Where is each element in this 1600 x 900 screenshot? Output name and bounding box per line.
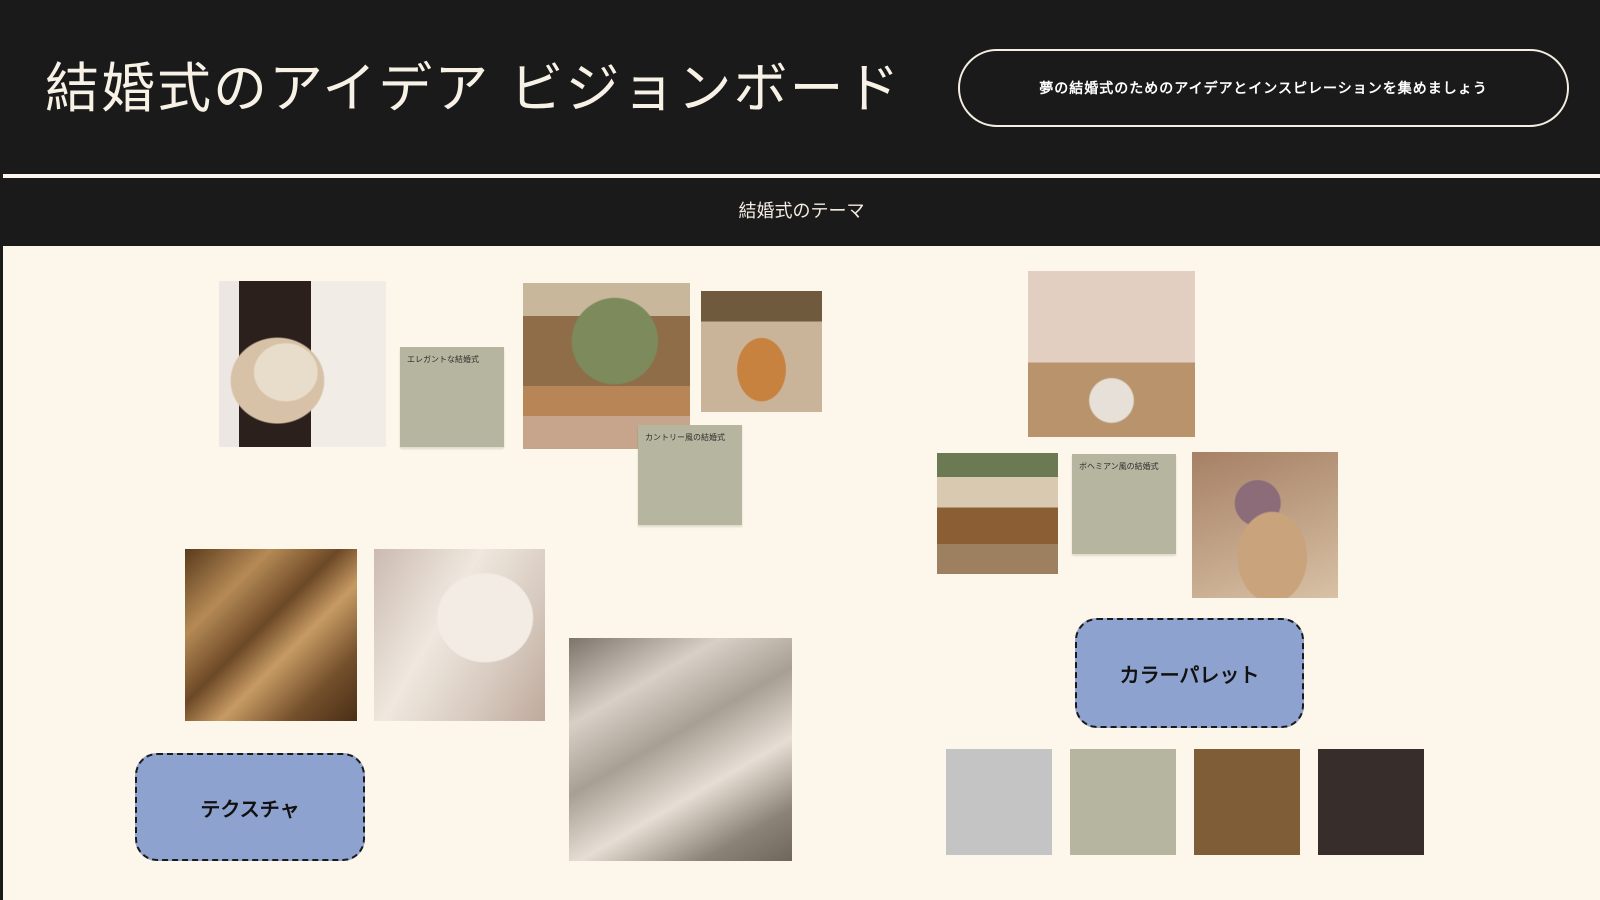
theme-section-header: 結婚式のテーマ (3, 178, 1600, 246)
wedding-cake-photo (701, 291, 822, 412)
couple-bouquet-photo (219, 281, 386, 447)
tagline-badge: 夢の結婚式のためのアイデアとインスピレーションを集めましょう (958, 49, 1569, 127)
country-wedding-caption: カントリー風の結婚式 (638, 425, 742, 525)
palette-swatch (946, 749, 1052, 855)
table-setting-photo (1028, 271, 1195, 437)
palette-swatch (1070, 749, 1176, 855)
texture-button[interactable]: テクスチャ (135, 753, 365, 861)
theme-section-title: 結婚式のテーマ (738, 201, 865, 222)
lace-dress-photo (374, 549, 545, 721)
outdoor-dining-photo (937, 453, 1058, 574)
boho-wedding-label: ボヘミアン風の結婚式 (1079, 462, 1159, 471)
color-palette-button[interactable]: カラーパレット (1075, 618, 1304, 728)
elegant-wedding-caption: エレガントな結婚式 (400, 347, 504, 447)
palette-swatch (1318, 749, 1424, 855)
header: 結婚式のアイデア ビジョンボード 夢の結婚式のためのアイデアとインスピレーション… (3, 0, 1600, 178)
page-title: 結婚式のアイデア ビジョンボード (45, 57, 902, 120)
wedding-rings-photo (1192, 452, 1338, 598)
palette-swatch (1194, 749, 1300, 855)
chiffon-fabric-photo (569, 638, 792, 861)
elegant-wedding-label: エレガントな結婚式 (407, 355, 479, 364)
country-wedding-label: カントリー風の結婚式 (645, 433, 725, 442)
boho-wedding-caption: ボヘミアン風の結婚式 (1072, 454, 1176, 554)
satin-fabric-photo (185, 549, 357, 721)
